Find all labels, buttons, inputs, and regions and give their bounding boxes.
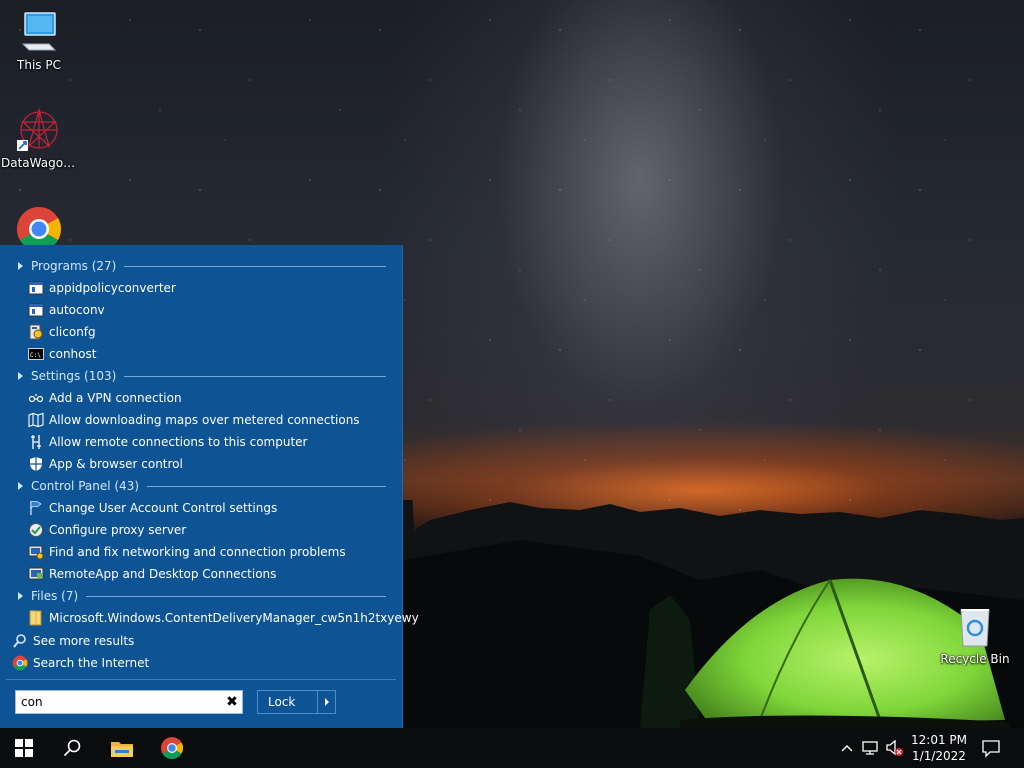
result-label: conhost: [49, 347, 97, 361]
result-label: Configure proxy server: [49, 523, 187, 537]
chrome-taskbar-button[interactable]: [148, 728, 196, 768]
file-explorer-icon: [111, 742, 133, 757]
app-window-icon: [28, 280, 44, 296]
desktop-icon-label: This PC: [17, 58, 61, 72]
result-label: App & browser control: [49, 457, 183, 471]
section-header-control-panel[interactable]: Control Panel (43): [14, 476, 386, 496]
action-center-icon[interactable]: [980, 738, 1002, 758]
section-title: Files (7): [31, 589, 79, 603]
monitor-icon: [21, 12, 57, 51]
section-title: Programs (27): [31, 259, 117, 273]
remote-icon: [28, 434, 44, 450]
section-title: Settings (103): [31, 369, 117, 383]
network-troubleshoot-icon: [28, 544, 44, 560]
start-button[interactable]: [0, 728, 48, 768]
result-item[interactable]: Change User Account Control settings: [28, 498, 398, 518]
clock-date: 1/1/2022: [912, 749, 966, 763]
result-item[interactable]: cliconfg: [28, 322, 398, 342]
result-label: Find and fix networking and connection p…: [49, 545, 346, 559]
desktop-icon-datawagon[interactable]: DataWagon...: [1, 106, 77, 170]
remoteapp-icon: [28, 566, 44, 582]
panel-divider: [6, 679, 396, 680]
result-item[interactable]: autoconv: [28, 300, 398, 320]
search-internet-label: Search the Internet: [33, 656, 150, 670]
expand-arrow-icon: [18, 482, 23, 490]
section-title: Control Panel (43): [31, 479, 140, 493]
file-explorer-button[interactable]: [98, 728, 146, 768]
chrome-icon: [12, 655, 28, 671]
result-label: RemoteApp and Desktop Connections: [49, 567, 277, 581]
app-window-icon: [28, 302, 44, 318]
taskbar-clock[interactable]: 12:01 PM 1/1/2022: [900, 728, 978, 768]
svg-text:C:\: C:\: [30, 352, 41, 359]
result-item[interactable]: Allow remote connections to this compute…: [28, 432, 398, 452]
proxy-icon: [28, 522, 44, 538]
result-label: Allow downloading maps over metered conn…: [49, 413, 360, 427]
expand-arrow-icon: [18, 372, 23, 380]
result-item[interactable]: Allow downloading maps over metered conn…: [28, 410, 398, 430]
folder-icon: [28, 610, 44, 626]
result-item[interactable]: Microsoft.Windows.ContentDeliveryManager…: [28, 608, 419, 628]
chevron-up-icon[interactable]: [838, 740, 856, 756]
chrome-icon: [161, 737, 183, 759]
result-label: cliconfg: [49, 325, 96, 339]
network-icon[interactable]: [861, 739, 881, 757]
result-item[interactable]: App & browser control: [28, 454, 398, 474]
map-icon: [28, 412, 44, 428]
taskbar-search-button[interactable]: [48, 728, 96, 768]
section-divider: [86, 595, 386, 597]
config-icon: [28, 324, 44, 340]
start-search-panel: Programs (27) appidpolicyconverter autoc…: [0, 245, 419, 728]
taskbar: 12:01 PM 1/1/2022: [0, 728, 1024, 768]
windows-logo-icon: [15, 739, 33, 757]
result-item[interactable]: Find and fix networking and connection p…: [28, 542, 398, 562]
search-field: ✖: [15, 690, 243, 714]
result-item[interactable]: Configure proxy server: [28, 520, 398, 540]
section-header-files[interactable]: Files (7): [14, 586, 386, 606]
result-item[interactable]: appidpolicyconverter: [28, 278, 398, 298]
search-icon: [63, 739, 81, 757]
console-icon: C:\: [28, 346, 44, 362]
expand-arrow-icon: [18, 592, 23, 600]
section-divider: [147, 485, 386, 487]
result-item[interactable]: Add a VPN connection: [28, 388, 398, 408]
desktop-icon-label: Recycle Bin: [940, 652, 1010, 666]
section-divider: [124, 265, 386, 267]
recycle-bin-icon: [960, 609, 990, 647]
result-label: Allow remote connections to this compute…: [49, 435, 308, 449]
lock-button[interactable]: Lock: [257, 690, 336, 714]
result-label: Microsoft.Windows.ContentDeliveryManager…: [49, 611, 419, 625]
datawagon-logo-icon: [17, 107, 58, 151]
result-label: Change User Account Control settings: [49, 501, 278, 515]
result-item[interactable]: RemoteApp and Desktop Connections: [28, 564, 398, 584]
search-icon: [12, 633, 28, 649]
see-more-results-link[interactable]: See more results: [12, 631, 382, 651]
clock-time: 12:01 PM: [911, 733, 967, 747]
close-icon[interactable]: ✖: [222, 691, 242, 713]
desktop-icon-recycle-bin[interactable]: Recycle Bin: [937, 602, 1013, 666]
vpn-icon: [28, 390, 44, 406]
search-internet-link[interactable]: Search the Internet: [12, 653, 382, 673]
desktop-icon-label: DataWagon...: [1, 156, 77, 170]
expand-arrow-icon: [18, 262, 23, 270]
lock-options-arrow-icon[interactable]: [317, 691, 335, 713]
uac-flag-icon: [28, 500, 44, 516]
section-header-settings[interactable]: Settings (103): [14, 366, 386, 386]
result-label: autoconv: [49, 303, 105, 317]
section-divider: [124, 375, 386, 377]
result-label: appidpolicyconverter: [49, 281, 176, 295]
result-label: Add a VPN connection: [49, 391, 182, 405]
lock-button-label: Lock: [268, 695, 296, 709]
result-item[interactable]: C:\ conhost: [28, 344, 398, 364]
shield-icon: [28, 456, 44, 472]
section-header-programs[interactable]: Programs (27): [14, 256, 386, 276]
see-more-label: See more results: [33, 634, 135, 648]
desktop-icon-this-pc[interactable]: This PC: [1, 8, 77, 72]
search-input[interactable]: [16, 691, 222, 713]
